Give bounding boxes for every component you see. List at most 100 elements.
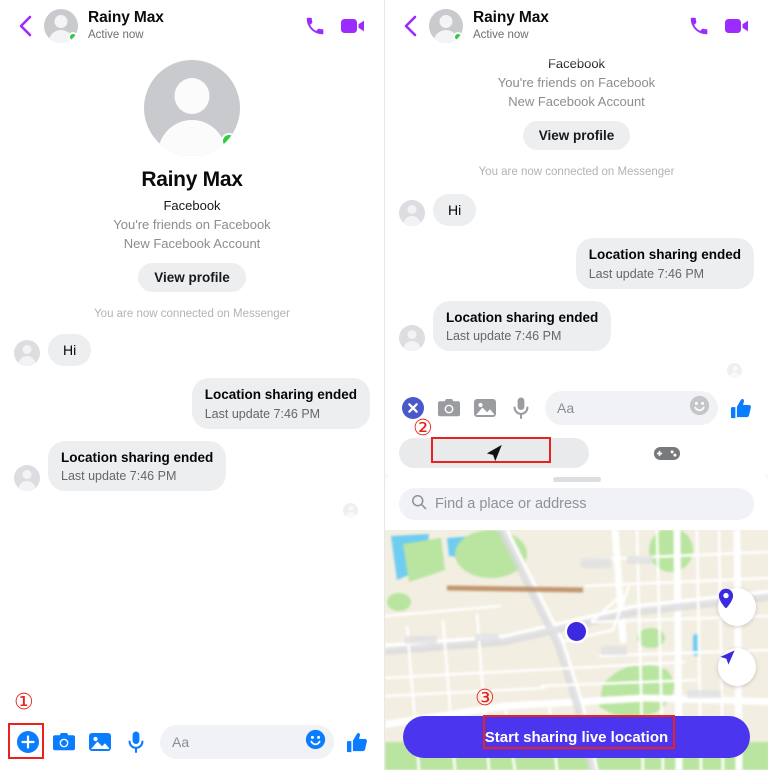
search-placeholder: Find a place or address bbox=[435, 496, 587, 512]
camera-icon[interactable] bbox=[46, 724, 82, 760]
microphone-icon[interactable] bbox=[503, 390, 539, 426]
location-message-bubble[interactable]: Location sharing ended Last update 7:46 … bbox=[575, 238, 754, 289]
header-fade bbox=[385, 52, 768, 66]
message-list: Hi Location sharing ended Last update 7:… bbox=[385, 178, 768, 379]
start-sharing-live-location-button[interactable]: Start sharing live location bbox=[403, 716, 750, 758]
online-dot bbox=[221, 133, 237, 149]
location-message-bubble[interactable]: Location sharing ended Last update 7:46 … bbox=[48, 440, 227, 492]
video-camera-icon[interactable] bbox=[340, 16, 366, 36]
avatar bbox=[727, 363, 742, 379]
games-tab[interactable] bbox=[637, 438, 697, 468]
annotation-number-1: ① bbox=[14, 690, 34, 715]
location-arrow-icon bbox=[486, 444, 502, 462]
thumbs-up-icon[interactable] bbox=[340, 724, 374, 760]
phone-call-icon[interactable] bbox=[688, 15, 710, 37]
smiley-face-icon[interactable] bbox=[689, 395, 710, 421]
message-list: Hi Location sharing ended Last update 7:… bbox=[0, 320, 384, 519]
video-camera-icon[interactable] bbox=[724, 16, 750, 36]
message-text: Hi bbox=[448, 202, 462, 218]
contact-status: Active now bbox=[473, 28, 529, 41]
navigation-arrow-icon[interactable] bbox=[718, 648, 756, 686]
message-title: Location sharing ended bbox=[588, 247, 741, 262]
avatar bbox=[343, 503, 358, 519]
message-row-incoming: Hi bbox=[399, 194, 754, 226]
profile-relationship: You're friends on Facebook bbox=[113, 217, 271, 232]
avatar bbox=[14, 465, 40, 492]
message-row-incoming: Location sharing ended Last update 7:46 … bbox=[399, 300, 754, 352]
contact-profile-card: Rainy Max Facebook You're friends on Fac… bbox=[0, 52, 384, 320]
smiley-face-icon[interactable] bbox=[305, 729, 326, 755]
chevron-left-icon[interactable] bbox=[397, 13, 423, 39]
location-message-bubble[interactable]: Location sharing ended Last update 7:46 … bbox=[191, 378, 370, 429]
person-avatar-icon[interactable] bbox=[429, 9, 463, 43]
message-subtitle: Last update 7:46 PM bbox=[204, 406, 321, 421]
location-message-bubble[interactable]: Location sharing ended Last update 7:46 … bbox=[433, 300, 612, 352]
screenshot-root: Rainy Max Active now Rainy Max Facebook bbox=[0, 0, 768, 770]
read-receipt bbox=[14, 503, 370, 519]
message-bubble[interactable]: Hi bbox=[433, 194, 477, 226]
message-row-incoming: Hi bbox=[14, 334, 370, 366]
message-subtitle: Last update 7:46 PM bbox=[588, 266, 705, 281]
message-subtitle: Last update 7:46 PM bbox=[446, 329, 562, 344]
chat-header: Rainy Max Active now bbox=[385, 0, 768, 52]
gamepad-icon bbox=[653, 446, 681, 460]
drag-handle[interactable] bbox=[552, 477, 601, 482]
profile-account-note: New Facebook Account bbox=[123, 236, 261, 251]
location-sharing-sheet: Find a place or address Start sharing li… bbox=[385, 470, 768, 770]
microphone-icon[interactable] bbox=[118, 724, 154, 760]
message-row-outgoing: Location sharing ended Last update 7:46 … bbox=[399, 238, 754, 289]
chat-header-actions bbox=[688, 15, 756, 37]
thumbs-up-icon[interactable] bbox=[724, 390, 758, 426]
page-title: Rainy Max bbox=[141, 168, 243, 191]
message-composer: Aa bbox=[385, 386, 768, 430]
connected-note: You are now connected on Messenger bbox=[478, 166, 675, 178]
message-thread: Rainy Max Facebook You're friends on Fac… bbox=[0, 52, 384, 519]
contact-status: Active now bbox=[88, 28, 144, 41]
message-input[interactable]: Aa bbox=[160, 725, 334, 759]
contact-name: Rainy Max bbox=[473, 9, 549, 27]
message-row-incoming: Location sharing ended Last update 7:46 … bbox=[14, 440, 370, 492]
message-thread: Facebook You're friends on Facebook New … bbox=[385, 52, 768, 379]
person-avatar-icon[interactable] bbox=[44, 9, 78, 43]
view-profile-button[interactable]: View profile bbox=[138, 263, 246, 292]
photo-gallery-icon[interactable] bbox=[82, 724, 118, 760]
chat-header-names: Rainy Max Active now bbox=[88, 9, 304, 43]
avatar bbox=[399, 325, 425, 352]
contact-profile-card: Facebook You're friends on Facebook New … bbox=[385, 52, 768, 178]
message-input-placeholder: Aa bbox=[172, 734, 190, 750]
right-panel-location-sharing-view: Rainy Max Active now Facebook You're fri… bbox=[384, 0, 768, 770]
profile-account-note: New Facebook Account bbox=[508, 94, 645, 109]
online-dot bbox=[453, 32, 463, 42]
search-icon bbox=[411, 494, 427, 515]
person-avatar-large-icon[interactable] bbox=[144, 60, 240, 156]
map-pin-icon[interactable] bbox=[718, 588, 756, 626]
avatar bbox=[14, 340, 40, 366]
phone-call-icon[interactable] bbox=[304, 15, 326, 37]
read-receipt bbox=[399, 363, 754, 379]
contact-name: Rainy Max bbox=[88, 9, 164, 27]
map-view[interactable]: Start sharing live location bbox=[385, 530, 768, 770]
message-title: Location sharing ended bbox=[204, 387, 357, 402]
location-arrow-tab[interactable] bbox=[399, 438, 589, 468]
message-text: Hi bbox=[63, 342, 77, 358]
view-profile-button[interactable]: View profile bbox=[522, 121, 631, 150]
photo-gallery-icon[interactable] bbox=[467, 390, 503, 426]
message-title: Location sharing ended bbox=[61, 449, 214, 465]
message-bubble[interactable]: Hi bbox=[48, 334, 92, 366]
chat-header: Rainy Max Active now bbox=[0, 0, 384, 52]
message-subtitle: Last update 7:46 PM bbox=[61, 469, 177, 484]
blue-location-dot bbox=[567, 622, 586, 641]
search-input[interactable]: Find a place or address bbox=[399, 488, 754, 520]
close-circle-icon[interactable] bbox=[395, 390, 431, 426]
message-composer: Aa bbox=[0, 714, 384, 770]
profile-relationship: You're friends on Facebook bbox=[497, 75, 656, 90]
online-dot bbox=[68, 32, 78, 42]
message-input[interactable]: Aa bbox=[545, 391, 718, 425]
chat-header-actions bbox=[304, 15, 372, 37]
chevron-left-icon[interactable] bbox=[12, 13, 38, 39]
message-input-placeholder: Aa bbox=[557, 400, 575, 416]
connected-note: You are now connected on Messenger bbox=[94, 308, 290, 320]
camera-icon[interactable] bbox=[431, 390, 467, 426]
avatar bbox=[399, 200, 425, 226]
plus-circle-icon[interactable] bbox=[10, 724, 46, 760]
